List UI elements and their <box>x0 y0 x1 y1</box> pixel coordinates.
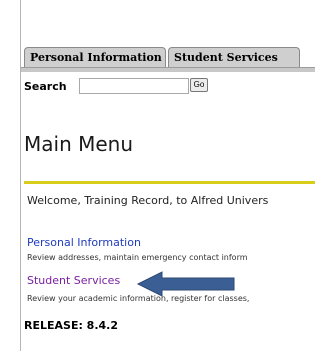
tab-underline <box>21 67 315 72</box>
left-border <box>20 0 21 351</box>
annotation-arrow-icon <box>136 271 235 297</box>
accent-divider <box>24 181 315 184</box>
page-title: Main Menu <box>24 132 134 156</box>
go-button[interactable]: Go <box>190 78 208 92</box>
welcome-text: Welcome, Training Record, to Alfred Univ… <box>27 194 269 207</box>
tab-personal-information[interactable]: Personal Information <box>24 47 166 68</box>
release-version: RELEASE: 8.4.2 <box>24 319 119 332</box>
search-input[interactable] <box>79 78 189 94</box>
menu-description-personal-information: Review addresses, maintain emergency con… <box>27 253 248 262</box>
tab-student-services[interactable]: Student Services <box>168 47 300 68</box>
menu-link-personal-information[interactable]: Personal Information <box>27 236 141 249</box>
menu-link-student-services[interactable]: Student Services <box>27 274 120 287</box>
search-label: Search <box>24 80 67 93</box>
page: Personal Information Student Services Se… <box>0 0 315 351</box>
